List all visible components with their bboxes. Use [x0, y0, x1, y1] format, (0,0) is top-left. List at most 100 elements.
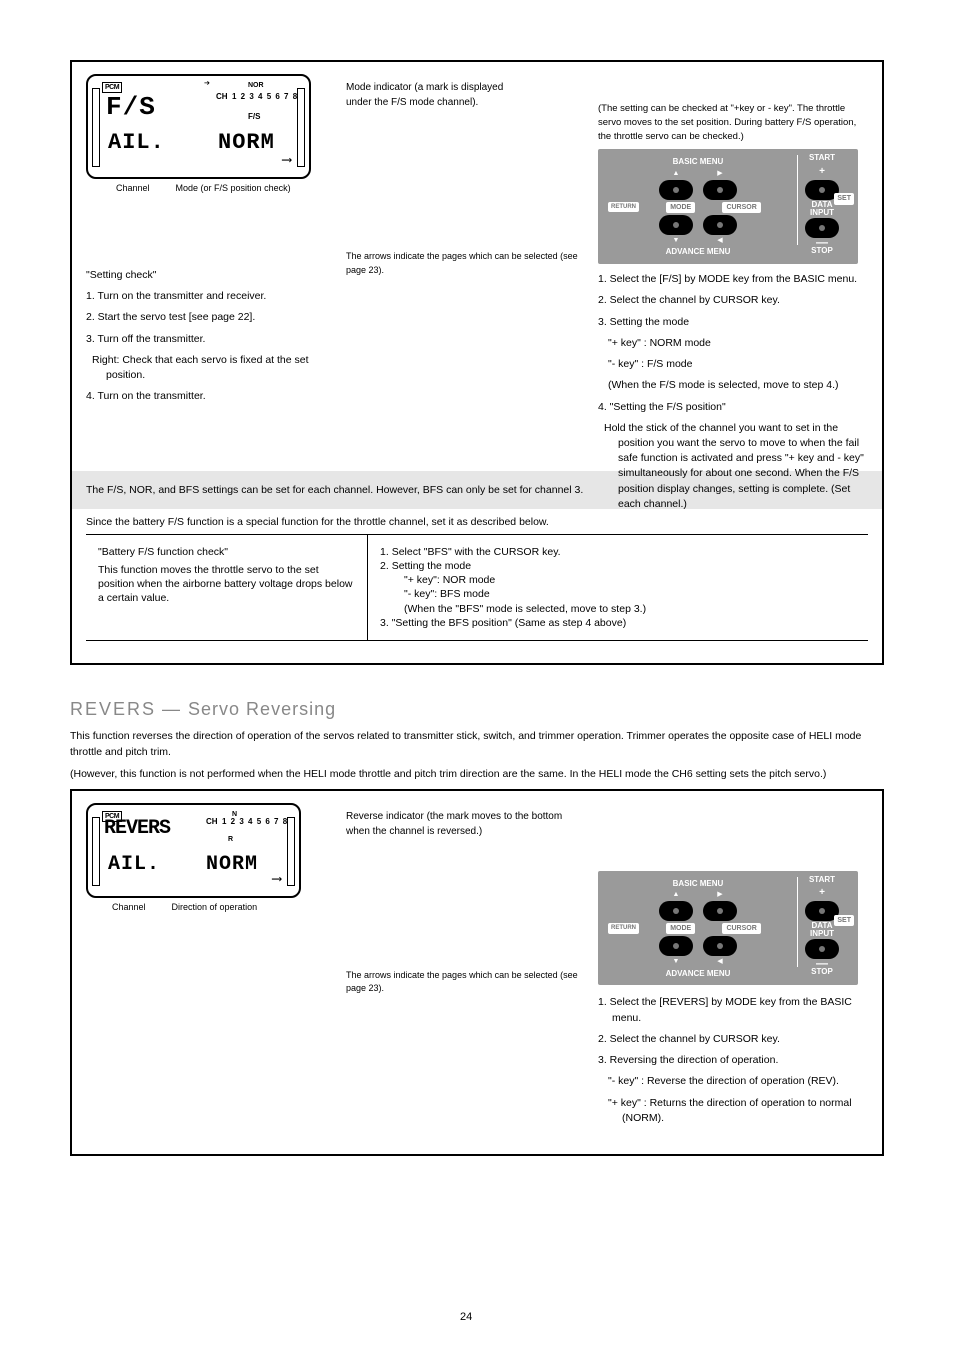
- lcd-right-trim-bar-2: [287, 817, 295, 886]
- chk-right: Right: Check that each servo is fixed at…: [86, 353, 346, 383]
- mode-indicator-callout: Mode indicator (a mark is displayed unde…: [346, 74, 578, 277]
- cursor-right-button[interactable]: [703, 180, 737, 200]
- cursor-right-button-2[interactable]: [703, 901, 737, 921]
- mode-up-button-2[interactable]: [659, 901, 693, 921]
- minus-icon-2: —: [816, 960, 828, 966]
- keypad-column-2: BASIC MENU RETURN MODE CURSOR: [598, 803, 868, 1132]
- lcd-title-2: REVERS: [104, 815, 170, 842]
- rev-step-3b: "- key" : Reverse the direction of opera…: [598, 1074, 868, 1089]
- minus-button[interactable]: [805, 218, 839, 238]
- set-label-2: SET: [834, 915, 854, 926]
- rev-annot-top: Reverse indicator (the mark moves to the…: [346, 809, 578, 839]
- lcd-channel-numbers: 1 2 3 4 5 6 7 8: [232, 92, 298, 103]
- lcd-top-arrow-icon: ➔: [204, 78, 210, 92]
- minus-button-2[interactable]: [805, 939, 839, 959]
- step-3d: (When the F/S mode is selected, move to …: [598, 378, 868, 393]
- bfs-r3: "+ key": NOR mode: [380, 573, 856, 587]
- lcd-annotations-2: Channel Direction of operation: [86, 902, 326, 914]
- annot-mode: Mode (or F/S position check): [176, 183, 291, 195]
- chk-1: 1. Turn on the transmitter and receiver.: [86, 289, 346, 304]
- lcd-right-trim-bar: [297, 88, 305, 167]
- up-arrow-icon: [673, 169, 680, 178]
- keypad-divider: [797, 155, 798, 245]
- advance-menu-label: ADVANCE MENU: [604, 247, 792, 258]
- mode-label-2: MODE: [666, 923, 695, 934]
- page-number: 24: [460, 1310, 472, 1325]
- minus-icon: —: [816, 239, 828, 245]
- return-label-2: RETURN: [608, 923, 639, 933]
- annot-bottom: The arrows indicate the pages which can …: [346, 250, 578, 277]
- mode-down-button[interactable]: [659, 215, 693, 235]
- mode-down-button-2[interactable]: [659, 936, 693, 956]
- fs-right-instructions: 1. Select the [F/S] by MODE key from the…: [598, 272, 868, 512]
- bfs-r6: 3. "Setting the BFS position" (Same as s…: [380, 616, 856, 630]
- lcd-page-arrow-icon: ⟶: [283, 152, 291, 171]
- step-1: 1. Select the [F/S] by MODE key from the…: [598, 272, 868, 287]
- plus-icon-2: +: [819, 886, 825, 900]
- plus-icon: +: [819, 165, 825, 179]
- annot-top-2: under the F/S mode channel).: [346, 95, 578, 110]
- chk-2: 2. Start the servo test [see page 22].: [86, 310, 346, 325]
- stop-label: STOP: [811, 246, 833, 257]
- basic-menu-label: BASIC MENU: [673, 157, 724, 168]
- advance-menu-label-2: ADVANCE MENU: [604, 969, 792, 980]
- lcd-ch-label: CH: [216, 92, 228, 103]
- fs-left-instructions: "Setting check" 1. Turn on the transmitt…: [86, 268, 346, 405]
- rev-step-2: 2. Select the channel by CURSOR key.: [598, 1032, 868, 1047]
- lcd-column-2: PCM REVERS N CH 1 2 3 4 5 6 7 8 R AIL. N…: [86, 803, 326, 914]
- lcd-screen-revers: PCM REVERS N CH 1 2 3 4 5 6 7 8 R AIL. N…: [86, 803, 301, 898]
- lcd-channel-numbers-2: 1 2 3 4 5 6 7 8: [222, 817, 288, 828]
- revers-panel: PCM REVERS N CH 1 2 3 4 5 6 7 8 R AIL. N…: [70, 789, 884, 1156]
- lcd-fs-small: F/S: [248, 112, 260, 123]
- bfs-r5: (When the "BFS" mode is selected, move t…: [380, 602, 856, 616]
- bfs-left-body: This function moves the throttle servo t…: [98, 563, 355, 606]
- rev-step-3c: "+ key" : Returns the direction of opera…: [598, 1096, 868, 1126]
- lcd-r-label: R: [228, 835, 233, 844]
- lcd-title: F/S: [106, 90, 156, 125]
- annot-channel: Channel: [116, 183, 150, 195]
- transmitter-keypad-2: BASIC MENU RETURN MODE CURSOR: [598, 871, 858, 986]
- lcd-nor-label: NOR: [248, 82, 264, 89]
- chk-3: 3. Turn off the transmitter.: [86, 332, 346, 347]
- lcd-screen-fs: PCM ➔ F/S NOR CH 1 2 3 4 5 6 7 8 F/S AIL…: [86, 74, 311, 179]
- annot-top-1: Mode indicator (a mark is displayed: [346, 80, 578, 95]
- lcd-page-arrow-icon-2: ⟶: [273, 871, 281, 890]
- lcd-channel-name-2: AIL.: [108, 851, 160, 878]
- down-arrow-icon-2: [673, 957, 680, 966]
- annot-direction: Direction of operation: [172, 902, 258, 914]
- keypad-header-note: (The setting can be checked at "+key or …: [598, 102, 868, 143]
- down-arrow-icon: [673, 236, 680, 245]
- start-label-2: START: [809, 875, 835, 886]
- rev-step-3a: 3. Reversing the direction of operation.: [598, 1053, 868, 1068]
- lcd-mode-value-2: NORM: [206, 851, 258, 878]
- lcd-mode-value: NORM: [218, 128, 275, 158]
- set-label: SET: [834, 193, 854, 204]
- cursor-left-button-2[interactable]: [703, 936, 737, 956]
- rev-step-1: 1. Select the [REVERS] by MODE key from …: [598, 995, 868, 1025]
- mode-up-button[interactable]: [659, 180, 693, 200]
- lcd-left-trim-bar-2: [92, 817, 100, 886]
- mode-label: MODE: [666, 202, 695, 213]
- right-arrow-icon-2: [717, 890, 722, 899]
- lcd-channel-name: AIL.: [108, 128, 165, 158]
- battery-fs-table: "Battery F/S function check" This functi…: [86, 534, 868, 641]
- lcd-ch-label-2: CH: [206, 817, 218, 828]
- cursor-left-button[interactable]: [703, 215, 737, 235]
- cursor-label-2: CURSOR: [722, 923, 760, 934]
- rev-annot-bottom: The arrows indicate the pages which can …: [346, 969, 578, 996]
- revers-right-instructions: 1. Select the [REVERS] by MODE key from …: [598, 995, 868, 1126]
- revers-intro-1: This function reverses the direction of …: [70, 729, 884, 761]
- chk-4: 4. Turn on the transmitter.: [86, 389, 346, 404]
- bfs-r1: 1. Select "BFS" with the CURSOR key.: [380, 545, 856, 559]
- section-title-a: REVERS: [70, 699, 156, 719]
- step-4a: 4. "Setting the F/S position": [598, 400, 868, 415]
- cursor-label: CURSOR: [722, 202, 760, 213]
- keypad-divider-2: [797, 877, 798, 967]
- reverse-indicator-callout: Reverse indicator (the mark moves to the…: [346, 803, 578, 996]
- section-title-revers: REVERS—Servo Reversing: [70, 697, 884, 721]
- bfs-r4: "- key": BFS mode: [380, 587, 856, 601]
- bfs-r2: 2. Setting the mode: [380, 559, 856, 573]
- lcd-column: PCM ➔ F/S NOR CH 1 2 3 4 5 6 7 8 F/S AIL…: [86, 74, 326, 195]
- step-4b: Hold the stick of the channel you want t…: [598, 421, 868, 512]
- fs-panel: PCM ➔ F/S NOR CH 1 2 3 4 5 6 7 8 F/S AIL…: [70, 60, 884, 665]
